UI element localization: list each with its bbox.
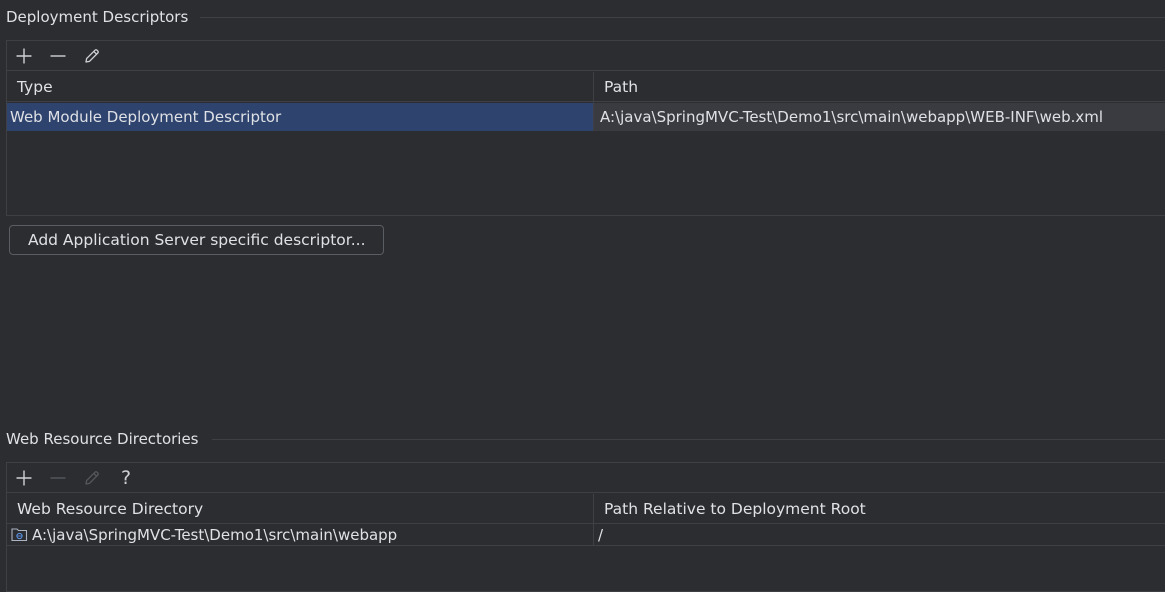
column-header-type[interactable]: Type [7,72,594,102]
remove-directory-button[interactable] [46,466,70,490]
plus-icon [16,48,32,64]
deployment-descriptors-table: Type Path Web Module Deployment Descript… [6,40,1165,216]
directory-cell: A:\java\SpringMVC-Test\Demo1\src\main\we… [7,525,593,545]
add-server-descriptor-button[interactable]: Add Application Server specific descript… [9,225,384,255]
section-rule-web-resource-directories [212,439,1165,440]
minus-icon [50,477,66,479]
column-header-path[interactable]: Path [594,72,1165,102]
section-rule-deployment-descriptors [200,17,1165,18]
help-button[interactable]: ? [114,466,138,490]
edit-descriptor-button[interactable] [80,44,104,68]
column-header-web-resource-directory[interactable]: Web Resource Directory [7,494,594,524]
descriptor-path-cell: A:\java\SpringMVC-Test\Demo1\src\main\we… [594,103,1165,131]
edit-directory-button[interactable] [80,466,104,490]
pencil-icon [85,49,99,63]
plus-icon [16,470,32,486]
table-row[interactable]: Web Module Deployment Descriptor A:\java… [7,103,1165,131]
column-header-relative-path[interactable]: Path Relative to Deployment Root [594,494,1165,524]
web-folder-icon [11,528,28,542]
descriptor-type-cell: Web Module Deployment Descriptor [7,103,593,131]
directory-path: A:\java\SpringMVC-Test\Demo1\src\main\we… [32,526,398,544]
pencil-icon [85,471,99,485]
add-directory-button[interactable] [12,466,36,490]
web-resource-directories-table: ? Web Resource Directory Path Relative t… [6,462,1165,592]
minus-icon [50,55,66,57]
remove-descriptor-button[interactable] [46,44,70,68]
web-resource-directories-toolbar: ? [7,463,1165,493]
add-descriptor-button[interactable] [12,44,36,68]
relative-path-cell: / [598,526,604,544]
section-title-deployment-descriptors: Deployment Descriptors [6,7,197,27]
table-row[interactable]: A:\java\SpringMVC-Test\Demo1\src\main\we… [7,525,1165,546]
section-title-web-resource-directories: Web Resource Directories [6,429,207,449]
deployment-descriptors-toolbar [7,41,1165,71]
